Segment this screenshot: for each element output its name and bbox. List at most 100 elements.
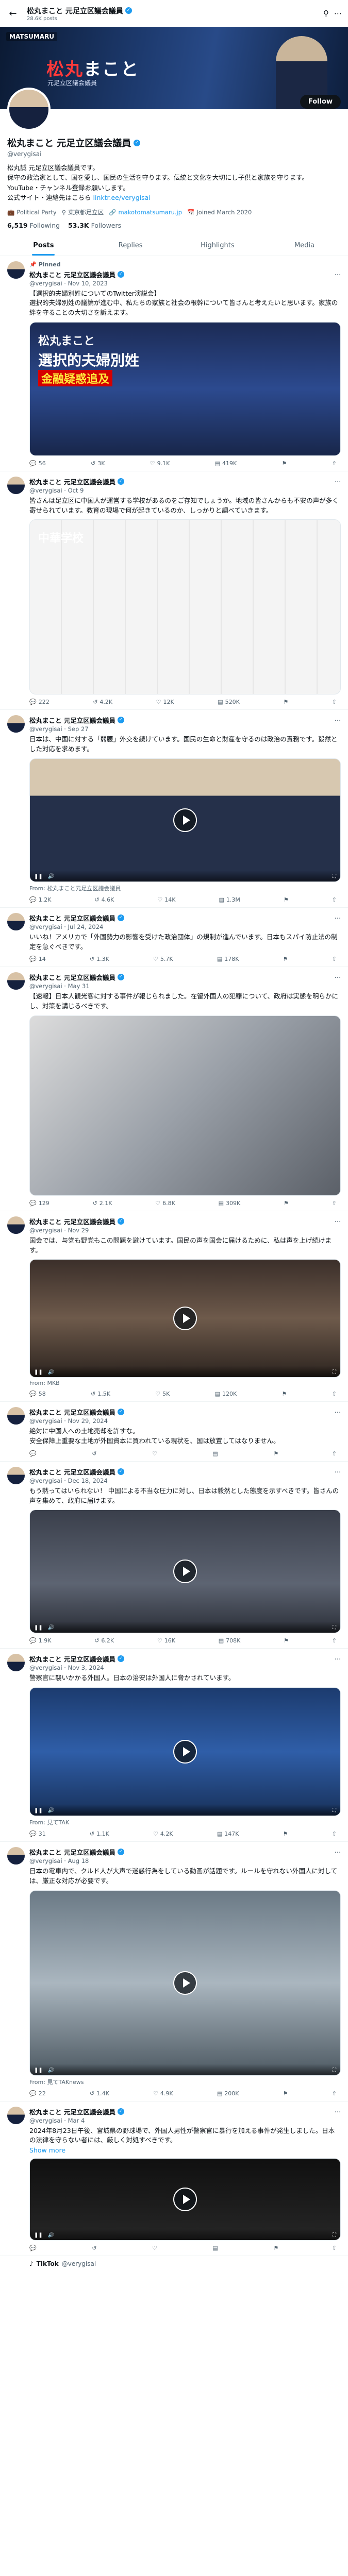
bookmark-button[interactable]: ⚑ [283, 2090, 288, 2097]
reply-button[interactable]: 💬 22 [29, 2090, 46, 2097]
views-button[interactable]: ▤ 520K [218, 699, 240, 705]
volume-icon[interactable]: 🔊 [48, 1369, 54, 1375]
fullscreen-icon[interactable]: ⛶ [333, 2232, 336, 2238]
tweet[interactable]: 松丸まこと 元足立区議会議員 ✓ ⋯ @verygisai · Mar 4 2024年8… [0, 2102, 348, 2256]
avatar[interactable] [7, 88, 51, 131]
bookmark-button[interactable]: ⚑ [284, 1637, 289, 1644]
repost-button[interactable]: ↺ 1.5K [91, 1391, 110, 1397]
back-arrow-icon[interactable]: ← [6, 7, 20, 20]
like-button[interactable]: ♡ 5.7K [153, 956, 173, 962]
pause-icon[interactable]: ❚❚ [34, 2232, 43, 2238]
media-source[interactable]: From: 松丸まこと元足立区議会議員 [29, 884, 341, 892]
video-controls[interactable]: ❚❚ 🔊 ⛶ [30, 1366, 340, 1378]
tab-replies[interactable]: Replies [87, 235, 174, 256]
more-icon[interactable]: ⋯ [335, 478, 341, 485]
tweet[interactable]: 松丸まこと 元足立区議会議員 ✓ ⋯ @verygisai · Nov 3, 2024… [0, 1649, 348, 1842]
video-controls[interactable]: ❚❚ 🔊 ⛶ [30, 1804, 340, 1816]
more-icon[interactable]: ⋯ [335, 914, 341, 922]
volume-icon[interactable]: 🔊 [48, 2232, 54, 2238]
views-button[interactable]: ▤ 178K [217, 956, 239, 962]
reply-button[interactable]: 💬 [29, 2245, 39, 2251]
share-button[interactable]: ⇧ [332, 1450, 337, 1457]
play-button-icon[interactable] [173, 808, 197, 832]
pause-icon[interactable]: ❚❚ [34, 2067, 43, 2073]
reply-button[interactable]: 💬 [29, 1450, 39, 1457]
more-icon[interactable]: ⋯ [335, 973, 341, 981]
share-button[interactable]: ⇧ [332, 2090, 337, 2097]
tweet[interactable]: 📌 Pinned 松丸まこと 元足立区議会議員 ✓ ⋯ @verygisai · Nov … [0, 256, 348, 471]
follow-button[interactable]: Follow [300, 95, 341, 109]
tweet[interactable]: 松丸まこと 元足立区議会議員 ✓ ⋯ @verygisai · Oct 9 皆さんは足立… [0, 471, 348, 710]
tweet-author[interactable]: 松丸まこと 元足立区議会議員 [29, 1467, 115, 1477]
tweet-author[interactable]: 松丸まこと 元足立区議会議員 [29, 913, 115, 923]
fullscreen-icon[interactable]: ⛶ [333, 2067, 336, 2073]
tweet-author[interactable]: 松丸まこと 元足立区議会議員 [29, 1654, 115, 1664]
tweet-media[interactable]: ❚❚ 🔊 ⛶ [29, 1259, 341, 1378]
tweet-author[interactable]: 松丸まこと 元足立区議会議員 [29, 477, 115, 486]
views-button[interactable]: ▤ 708K [219, 1637, 241, 1644]
views-button[interactable]: ▤ 120K [215, 1391, 237, 1397]
bookmark-button[interactable]: ⚑ [283, 956, 288, 962]
avatar[interactable] [7, 912, 25, 930]
avatar[interactable] [7, 715, 25, 733]
video-controls[interactable]: ❚❚ 🔊 ⛶ [30, 2063, 340, 2075]
like-button[interactable]: ♡ 6.8K [155, 1200, 175, 1207]
bookmark-button[interactable]: ⚑ [273, 1450, 278, 1457]
tweet-media[interactable] [29, 1015, 341, 1196]
avatar[interactable] [7, 972, 25, 990]
tweet-author[interactable]: 松丸まこと 元足立区議会議員 [29, 2107, 115, 2116]
like-button[interactable]: ♡ 4.9K [153, 2090, 173, 2097]
play-button-icon[interactable] [173, 2188, 197, 2211]
avatar[interactable] [7, 476, 25, 494]
video-controls[interactable]: ❚❚ 🔊 ⛶ [30, 870, 340, 882]
like-button[interactable]: ♡ 16K [157, 1637, 175, 1644]
share-button[interactable]: ⇧ [332, 956, 337, 962]
views-button[interactable]: ▤ 1.3M [219, 896, 240, 903]
repost-button[interactable]: ↺ 4.6K [94, 896, 114, 903]
more-icon[interactable]: ⋯ [335, 1848, 341, 1856]
more-icon[interactable]: ⋯ [335, 270, 341, 278]
repost-button[interactable]: ↺ 1.4K [90, 2090, 109, 2097]
more-icon[interactable]: ⋯ [335, 1655, 341, 1663]
tweet-author[interactable]: 松丸まこと 元足立区議会議員 [29, 972, 115, 982]
share-button[interactable]: ⇧ [332, 1200, 337, 1207]
pause-icon[interactable]: ❚❚ [34, 874, 43, 879]
pause-icon[interactable]: ❚❚ [34, 1625, 43, 1631]
volume-icon[interactable]: 🔊 [48, 1625, 54, 1631]
views-button[interactable]: ▤ 200K [217, 2090, 239, 2097]
like-button[interactable]: ♡ 14K [157, 896, 175, 903]
play-button-icon[interactable] [173, 1740, 197, 1764]
more-icon[interactable]: ⋯ [335, 1217, 341, 1225]
views-button[interactable]: ▤ 309K [219, 1200, 241, 1207]
website-link[interactable]: makotomatsumaru.jp [118, 209, 182, 216]
views-button[interactable]: ▤ [212, 1450, 220, 1457]
more-icon[interactable]: ⋯ [335, 1408, 341, 1416]
share-button[interactable]: ⇧ [332, 1637, 337, 1644]
media-source[interactable]: From: MKB [29, 1380, 341, 1386]
share-button[interactable]: ⇧ [332, 699, 337, 705]
bookmark-button[interactable]: ⚑ [284, 1200, 289, 1207]
bookmark-button[interactable]: ⚑ [284, 896, 289, 903]
repost-button[interactable]: ↺ 2.1K [93, 1200, 112, 1207]
avatar[interactable] [7, 1216, 25, 1234]
reply-button[interactable]: 💬 14 [29, 956, 46, 962]
tab-media[interactable]: Media [261, 235, 348, 256]
tweet[interactable]: 松丸まこと 元足立区議会議員 ✓ ⋯ @verygisai · May 31 【速報】日… [0, 967, 348, 1211]
tab-highlights[interactable]: Highlights [174, 235, 261, 256]
tweet-media[interactable]: 松丸まこと 選択的夫婦別姓 金融疑惑追及 [29, 321, 341, 456]
media-source[interactable]: From: 見てTAK [29, 1818, 341, 1826]
more-icon[interactable]: ⋯ [335, 1468, 341, 1476]
fullscreen-icon[interactable]: ⛶ [333, 874, 336, 879]
views-button[interactable]: ▤ [212, 2245, 220, 2251]
bookmark-button[interactable]: ⚑ [273, 2245, 278, 2251]
tweet-media[interactable]: ❚❚ 🔊 ⛶ [29, 1687, 341, 1816]
share-button[interactable]: ⇧ [332, 1831, 337, 1837]
reply-button[interactable]: 💬 31 [29, 1831, 46, 1837]
like-button[interactable]: ♡ 5K [155, 1391, 170, 1397]
tweet[interactable]: 松丸まこと 元足立区議会議員 ✓ ⋯ @verygisai · Jul 24, 202… [0, 908, 348, 968]
play-button-icon[interactable] [173, 1971, 197, 1995]
video-controls[interactable]: ❚❚ 🔊 ⛶ [30, 2229, 340, 2240]
like-button[interactable]: ♡ [152, 2245, 159, 2251]
like-button[interactable]: ♡ 9.1K [150, 460, 170, 467]
repost-button[interactable]: ↺ 4.2K [93, 699, 112, 705]
